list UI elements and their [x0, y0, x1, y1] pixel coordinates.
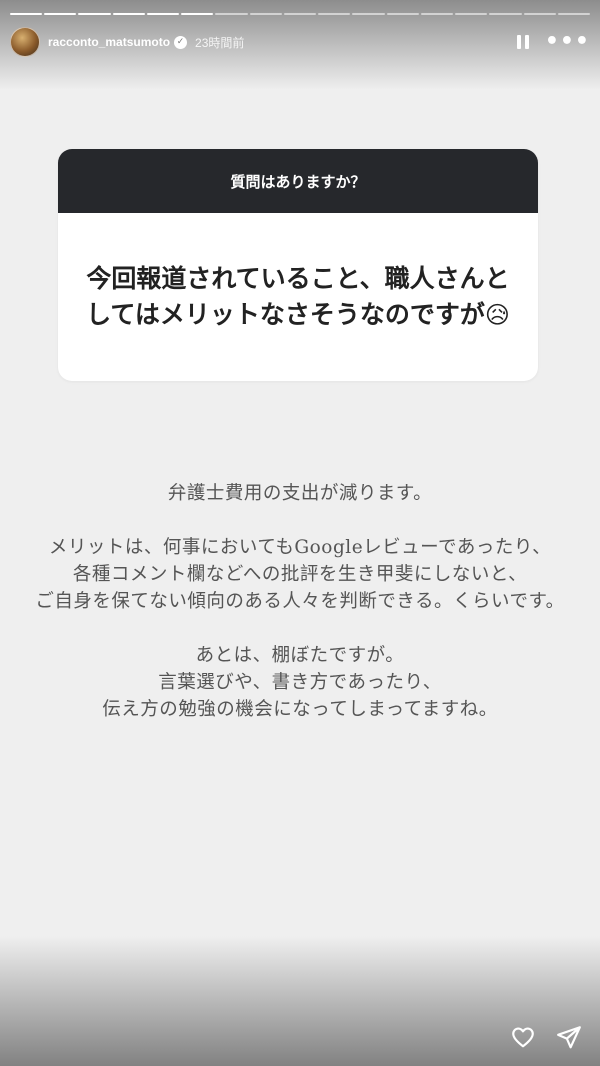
progress-segment — [181, 13, 214, 15]
reply-paragraph: 弁護士費用の支出が減ります。 — [0, 480, 600, 507]
reply-line: 弁護士費用の支出が減ります。 — [167, 483, 433, 504]
progress-segment — [557, 13, 590, 15]
story-actions — [510, 1024, 582, 1050]
progress-segment — [523, 13, 556, 15]
progress-segment — [283, 13, 317, 15]
reply-line: 各種コメント欄などへの批評を生き甲斐にしないと、 — [72, 564, 528, 585]
heart-icon[interactable] — [510, 1024, 536, 1050]
story-progress-bar — [10, 13, 590, 16]
progress-segment — [455, 13, 488, 15]
timestamp: 23時間前 — [195, 35, 245, 50]
reply-line: あとは、棚ぼたですが。 — [195, 645, 405, 666]
pause-icon[interactable] — [516, 35, 529, 49]
question-answer: 今回報道されていること、職人さんとしてはメリットなさそうなのですが😥 — [58, 213, 538, 381]
progress-segment — [215, 13, 248, 15]
send-icon[interactable] — [556, 1024, 582, 1050]
more-options-icon[interactable]: ••• — [545, 31, 590, 53]
progress-segment — [146, 13, 180, 15]
reply-line: 言葉選びや、書き方であったり、 — [158, 672, 442, 693]
progress-segment — [420, 13, 454, 15]
progress-segment — [10, 13, 43, 15]
reply-line: 伝え方の勉強の機会になってしまってますね。 — [102, 699, 498, 720]
sad-face-emoji: 😥 — [484, 301, 510, 329]
question-answer-text: 今回報道されていること、職人さんとしてはメリットなさそうなのですが — [86, 263, 510, 329]
progress-segment — [352, 13, 385, 15]
username[interactable]: racconto_matsumoto — [48, 35, 170, 49]
reply-line: メリットは、何事においてもGoogleレビューであったり、 — [48, 537, 552, 558]
reply-line: ご自身を保てない傾向のある人々を判断できる。くらいです。 — [35, 591, 565, 612]
avatar[interactable] — [10, 27, 40, 57]
question-sticker: 質問はありますか？ 今回報道されていること、職人さんとしてはメリットなさそうなの… — [58, 149, 538, 381]
progress-segment — [249, 13, 282, 15]
progress-segment — [112, 13, 145, 15]
question-sticker-title: 質問はありますか？ — [58, 149, 538, 213]
story-header: racconto_matsumoto ✓ 23時間前 ••• — [10, 26, 590, 58]
progress-segment — [386, 13, 419, 15]
reply-paragraph: あとは、棚ぼたですが。言葉選びや、書き方であったり、伝え方の勉強の機会になってし… — [0, 642, 600, 723]
progress-segment — [78, 13, 111, 15]
progress-segment — [489, 13, 522, 15]
progress-segment — [318, 13, 351, 15]
progress-segment — [44, 13, 77, 15]
reply-paragraph: メリットは、何事においてもGoogleレビューであったり、 各種コメント欄などへの… — [0, 534, 600, 615]
verified-check-icon: ✓ — [174, 35, 188, 49]
reply-text-block: 弁護士費用の支出が減ります。メリットは、何事においてもGoogleレビューであっ… — [0, 480, 600, 750]
